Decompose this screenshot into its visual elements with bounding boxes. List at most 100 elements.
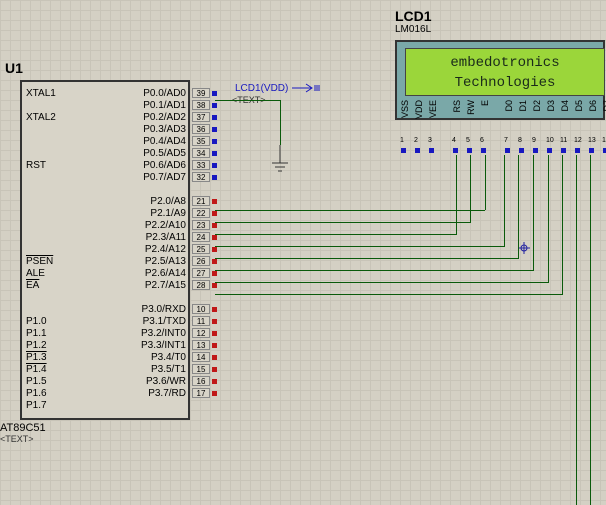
lcd-pin-label: D0 (504, 100, 514, 112)
mcu-pin-right: P3.5/T1 (130, 364, 186, 375)
mcu-pin-number: 32 (192, 172, 210, 182)
pin-terminal-icon[interactable] (212, 331, 217, 336)
wire (590, 155, 591, 505)
lcd-pin-number: 7 (504, 137, 508, 144)
lcd-ref: LCD1 (395, 8, 432, 24)
lcd-pin-number: 9 (532, 137, 536, 144)
pin-terminal-icon[interactable] (212, 211, 217, 216)
pin-terminal-icon[interactable] (481, 148, 486, 153)
pin-terminal-icon[interactable] (575, 148, 580, 153)
lcd-pin-label: RW (466, 100, 476, 115)
mcu-pin-number: 17 (192, 388, 210, 398)
lcd-pin-number: 10 (546, 137, 554, 144)
pin-terminal-icon[interactable] (212, 391, 217, 396)
lcd-line2: Technologies (414, 73, 596, 93)
lcd-pin-label: D3 (546, 100, 556, 112)
pin-terminal-icon[interactable] (453, 148, 458, 153)
lcd-pin-label: D6 (588, 100, 598, 112)
wire (576, 155, 577, 505)
mcu-pin-right: P3.0/RXD (130, 304, 186, 315)
mcu-part: AT89C51 (0, 422, 46, 434)
lcd-screen: embedotronics Technologies (405, 48, 605, 96)
pin-terminal-icon[interactable] (212, 379, 217, 384)
wire (456, 155, 457, 234)
wire (215, 270, 534, 271)
mcu-pin-number: 37 (192, 112, 210, 122)
pin-terminal-icon[interactable] (212, 151, 217, 156)
pin-terminal-icon[interactable] (212, 247, 217, 252)
mcu-pin-left: P1.0 (26, 316, 47, 327)
wire (215, 222, 471, 223)
lcd-pin-label: D1 (518, 100, 528, 112)
mcu-pin-number: 10 (192, 304, 210, 314)
mcu-pin-left: EA (26, 280, 39, 291)
lcd-pin-number: 11 (560, 137, 567, 144)
lcd-pin-label: D4 (560, 100, 570, 112)
mcu-pin-number: 23 (192, 220, 210, 230)
mcu-pin-right: P2.1/A9 (130, 208, 186, 219)
mcu-pin-left: ALE (26, 268, 45, 279)
mcu-pin-number: 38 (192, 100, 210, 110)
wire (548, 155, 549, 282)
mcu-pin-number: 13 (192, 340, 210, 350)
lcd-pin-label: RS (452, 100, 462, 113)
pin-terminal-icon[interactable] (212, 259, 217, 264)
mcu-pin-left: P1.1 (26, 328, 47, 339)
wire (485, 155, 486, 210)
pin-terminal-icon[interactable] (547, 148, 552, 153)
pin-terminal-icon[interactable] (212, 271, 217, 276)
cursor-icon (518, 242, 530, 254)
mcu-pin-left: P1.6 (26, 388, 47, 399)
pin-terminal-icon[interactable] (589, 148, 594, 153)
lcd-part: LM016L (395, 24, 431, 35)
mcu-pin-number: 21 (192, 196, 210, 206)
pin-terminal-icon[interactable] (212, 175, 217, 180)
mcu-pin-left: P1.2 (26, 340, 47, 351)
pin-terminal-icon[interactable] (519, 148, 524, 153)
lcd-pin-number: 6 (480, 137, 484, 144)
mcu-pin-number: 12 (192, 328, 210, 338)
mcu-pin-number: 14 (192, 352, 210, 362)
pin-terminal-icon[interactable] (212, 91, 217, 96)
pin-terminal-icon[interactable] (212, 115, 217, 120)
mcu-pin-number: 28 (192, 280, 210, 290)
pin-terminal-icon[interactable] (212, 103, 217, 108)
pin-terminal-icon[interactable] (212, 367, 217, 372)
mcu-pin-right: P2.3/A11 (130, 232, 186, 243)
mcu-text-placeholder: <TEXT> (0, 434, 34, 444)
pin-terminal-icon[interactable] (212, 223, 217, 228)
mcu-pin-right: P0.5/AD5 (130, 148, 186, 159)
mcu-pin-right: P3.6/WR (130, 376, 186, 387)
pin-terminal-icon[interactable] (212, 127, 217, 132)
pin-terminal-icon[interactable] (401, 148, 406, 153)
pin-terminal-icon[interactable] (561, 148, 566, 153)
pin-terminal-icon[interactable] (212, 355, 217, 360)
mcu-pin-left: P1.7 (26, 400, 47, 411)
pin-terminal-icon[interactable] (467, 148, 472, 153)
pin-terminal-icon[interactable] (212, 163, 217, 168)
mcu-pin-left: XTAL2 (26, 112, 56, 123)
pin-terminal-icon[interactable] (212, 139, 217, 144)
wire (280, 100, 281, 145)
lcd-pin-number: 14 (602, 137, 606, 144)
lcd-pin-number: 1 (400, 137, 404, 144)
pin-terminal-icon[interactable] (212, 343, 217, 348)
wire (533, 155, 534, 270)
lcd-pin-number: 13 (588, 137, 596, 144)
pin-terminal-icon[interactable] (505, 148, 510, 153)
pin-terminal-icon[interactable] (212, 283, 217, 288)
mcu-pin-right: P0.0/AD0 (130, 88, 186, 99)
pin-terminal-icon[interactable] (212, 319, 217, 324)
pin-terminal-icon[interactable] (429, 148, 434, 153)
lcd-pin-label: D2 (532, 100, 542, 112)
pin-terminal-icon[interactable] (212, 307, 217, 312)
pin-terminal-icon[interactable] (415, 148, 420, 153)
mcu-pin-right: P2.6/A14 (130, 268, 186, 279)
mcu-pin-right: P0.1/AD1 (130, 100, 186, 111)
mcu-pin-right: P0.7/AD7 (130, 172, 186, 183)
lcd-pin-number: 4 (452, 137, 456, 144)
pin-terminal-icon[interactable] (212, 235, 217, 240)
lcd-pin-number: 3 (428, 137, 432, 144)
pin-terminal-icon[interactable] (533, 148, 538, 153)
pin-terminal-icon[interactable] (212, 199, 217, 204)
